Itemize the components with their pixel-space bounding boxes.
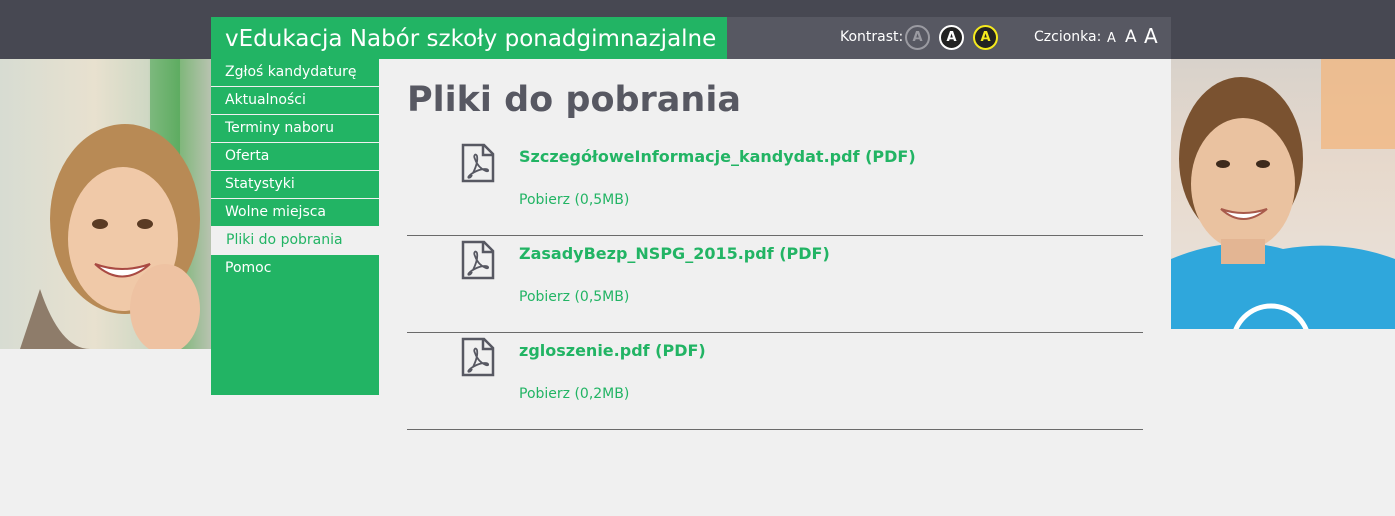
- page-title: Pliki do pobrania: [407, 80, 741, 120]
- pdf-file-icon: [461, 143, 495, 183]
- download-link[interactable]: Pobierz (0,2MB): [519, 386, 629, 402]
- file-link[interactable]: zgloszenie.pdf (PDF): [519, 341, 706, 360]
- sidebar-nav: Zgłoś kandydaturę Aktualności Terminy na…: [211, 59, 379, 395]
- sidebar-item-oferta[interactable]: Oferta: [211, 143, 379, 171]
- file-list-item: zgloszenie.pdf (PDF) Pobierz (0,2MB): [407, 333, 1143, 430]
- sidebar-item-statystyki[interactable]: Statystyki: [211, 171, 379, 199]
- site-title[interactable]: vEdukacja Nabór szkoły ponadgimnazjalne: [211, 17, 727, 59]
- sidebar-item-pomoc[interactable]: Pomoc: [211, 255, 379, 282]
- sidebar-item-aktualnosci[interactable]: Aktualności: [211, 87, 379, 115]
- file-list-item: ZasadyBezp_NSPG_2015.pdf (PDF) Pobierz (…: [407, 236, 1143, 333]
- font-size-medium-button[interactable]: A: [1125, 27, 1137, 47]
- contrast-black-yellow-button[interactable]: A: [973, 25, 998, 50]
- contrast-label: Kontrast:: [840, 29, 904, 45]
- file-list-item: SzczegółoweInformacje_kandydat.pdf (PDF)…: [407, 139, 1143, 236]
- sidebar-item-wolne-miejsca[interactable]: Wolne miejsca: [211, 199, 379, 227]
- sidebar-item-terminy-naboru[interactable]: Terminy naboru: [211, 115, 379, 143]
- file-link[interactable]: SzczegółoweInformacje_kandydat.pdf (PDF): [519, 147, 916, 166]
- font-size-small-button[interactable]: A: [1107, 31, 1116, 46]
- sidebar-item-zglos-kandydature[interactable]: Zgłoś kandydaturę: [211, 59, 379, 87]
- download-link[interactable]: Pobierz (0,5MB): [519, 192, 629, 208]
- contrast-default-button[interactable]: A: [905, 25, 930, 50]
- pdf-file-icon: [461, 337, 495, 377]
- sidebar-item-pliki-do-pobrania[interactable]: Pliki do pobrania: [211, 227, 379, 255]
- font-size-large-button[interactable]: A: [1144, 24, 1158, 48]
- header-photo-boy: [1171, 59, 1395, 329]
- pdf-file-icon: [461, 240, 495, 280]
- file-link[interactable]: ZasadyBezp_NSPG_2015.pdf (PDF): [519, 244, 830, 263]
- file-list: SzczegółoweInformacje_kandydat.pdf (PDF)…: [407, 139, 1143, 430]
- font-size-label: Czcionka:: [1034, 29, 1102, 45]
- download-link[interactable]: Pobierz (0,5MB): [519, 289, 629, 305]
- contrast-black-white-button[interactable]: A: [939, 25, 964, 50]
- accessibility-bar: Kontrast: A A A Czcionka: A A A: [727, 17, 1171, 59]
- main-content: Pliki do pobrania SzczegółoweInformacje_…: [379, 59, 1171, 516]
- header-photo-girl: [0, 59, 211, 349]
